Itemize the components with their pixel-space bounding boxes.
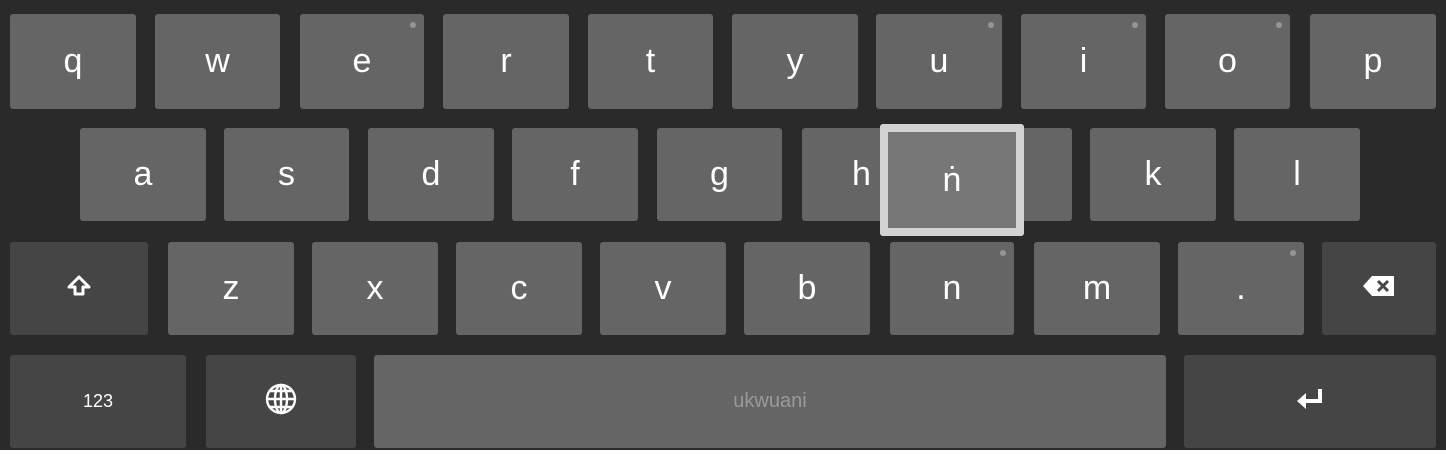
language-key[interactable] bbox=[206, 355, 356, 448]
key-f[interactable]: f bbox=[512, 128, 638, 221]
shift-key[interactable] bbox=[10, 242, 148, 335]
key-k[interactable]: k bbox=[1090, 128, 1216, 221]
backspace-icon bbox=[1362, 275, 1396, 302]
alternates-indicator-dot bbox=[1132, 22, 1138, 28]
key-v-label: v bbox=[654, 269, 672, 307]
key-t[interactable]: t bbox=[588, 14, 713, 109]
alternates-indicator-dot bbox=[988, 22, 994, 28]
virtual-keyboard: q w e r t y u i o p a s d f g h k l z x … bbox=[0, 0, 1446, 450]
key-z[interactable]: z bbox=[168, 242, 294, 335]
key-m-label: m bbox=[1082, 269, 1112, 307]
key-f-label: f bbox=[570, 155, 580, 193]
key-p-label: p bbox=[1363, 42, 1383, 80]
key-a[interactable]: a bbox=[80, 128, 206, 221]
alternates-indicator-dot bbox=[1276, 22, 1282, 28]
backspace-key[interactable] bbox=[1322, 242, 1436, 335]
key-s[interactable]: s bbox=[224, 128, 349, 221]
key-y[interactable]: y bbox=[732, 14, 858, 109]
key-v[interactable]: v bbox=[600, 242, 726, 335]
key-e[interactable]: e bbox=[300, 14, 424, 109]
key-l-label: l bbox=[1293, 155, 1301, 193]
key-q-label: q bbox=[63, 42, 83, 80]
key-c-label: c bbox=[510, 269, 528, 307]
popup-alternate-key[interactable]: ṅ bbox=[888, 132, 1016, 228]
key-c[interactable]: c bbox=[456, 242, 582, 335]
key-p[interactable]: p bbox=[1310, 14, 1436, 109]
numbers-key-label: 123 bbox=[82, 391, 114, 411]
key-g-label: g bbox=[710, 155, 729, 193]
key-l[interactable]: l bbox=[1234, 128, 1360, 221]
key-g[interactable]: g bbox=[657, 128, 782, 221]
key-x[interactable]: x bbox=[312, 242, 438, 335]
key-w-label: w bbox=[205, 42, 230, 80]
globe-icon bbox=[264, 382, 298, 421]
enter-key[interactable] bbox=[1184, 355, 1436, 448]
key-u-label: u bbox=[929, 42, 949, 80]
key-n-label: n bbox=[942, 269, 962, 307]
key-d-label: d bbox=[421, 155, 441, 193]
alternates-indicator-dot bbox=[1000, 250, 1006, 256]
space-bar-label: ukwuani bbox=[733, 390, 807, 412]
key-o[interactable]: o bbox=[1165, 14, 1290, 109]
space-bar[interactable]: ukwuani bbox=[374, 355, 1166, 448]
key-w[interactable]: w bbox=[155, 14, 280, 109]
popup-alternate-label: ṅ bbox=[942, 160, 962, 199]
key-u[interactable]: u bbox=[876, 14, 1002, 109]
key-n[interactable]: n bbox=[890, 242, 1014, 335]
key-e-label: e bbox=[352, 42, 372, 80]
key-q[interactable]: q bbox=[10, 14, 136, 109]
key-b-label: b bbox=[797, 269, 817, 307]
key-i[interactable]: i bbox=[1021, 14, 1146, 109]
key-d[interactable]: d bbox=[368, 128, 494, 221]
alternates-indicator-dot bbox=[1290, 250, 1296, 256]
key-i-label: i bbox=[1079, 42, 1088, 80]
key-t-label: t bbox=[645, 42, 656, 80]
shift-icon bbox=[66, 274, 92, 303]
key-r[interactable]: r bbox=[443, 14, 569, 109]
key-period[interactable]: . bbox=[1178, 242, 1304, 335]
key-z-label: z bbox=[222, 269, 240, 307]
numbers-key[interactable]: 123 bbox=[10, 355, 186, 448]
key-a-label: a bbox=[133, 155, 153, 193]
key-period-label: . bbox=[1236, 269, 1246, 307]
enter-icon bbox=[1295, 387, 1325, 416]
key-b[interactable]: b bbox=[744, 242, 870, 335]
key-o-label: o bbox=[1218, 42, 1237, 80]
key-s-label: s bbox=[278, 155, 295, 193]
key-alternate-popup: ṅ bbox=[880, 124, 1024, 236]
key-r-label: r bbox=[500, 42, 512, 80]
key-k-label: k bbox=[1144, 155, 1162, 193]
key-h-label: h bbox=[852, 155, 871, 193]
key-x-label: x bbox=[366, 269, 384, 307]
key-y-label: y bbox=[786, 42, 804, 80]
key-m[interactable]: m bbox=[1034, 242, 1160, 335]
alternates-indicator-dot bbox=[410, 22, 416, 28]
